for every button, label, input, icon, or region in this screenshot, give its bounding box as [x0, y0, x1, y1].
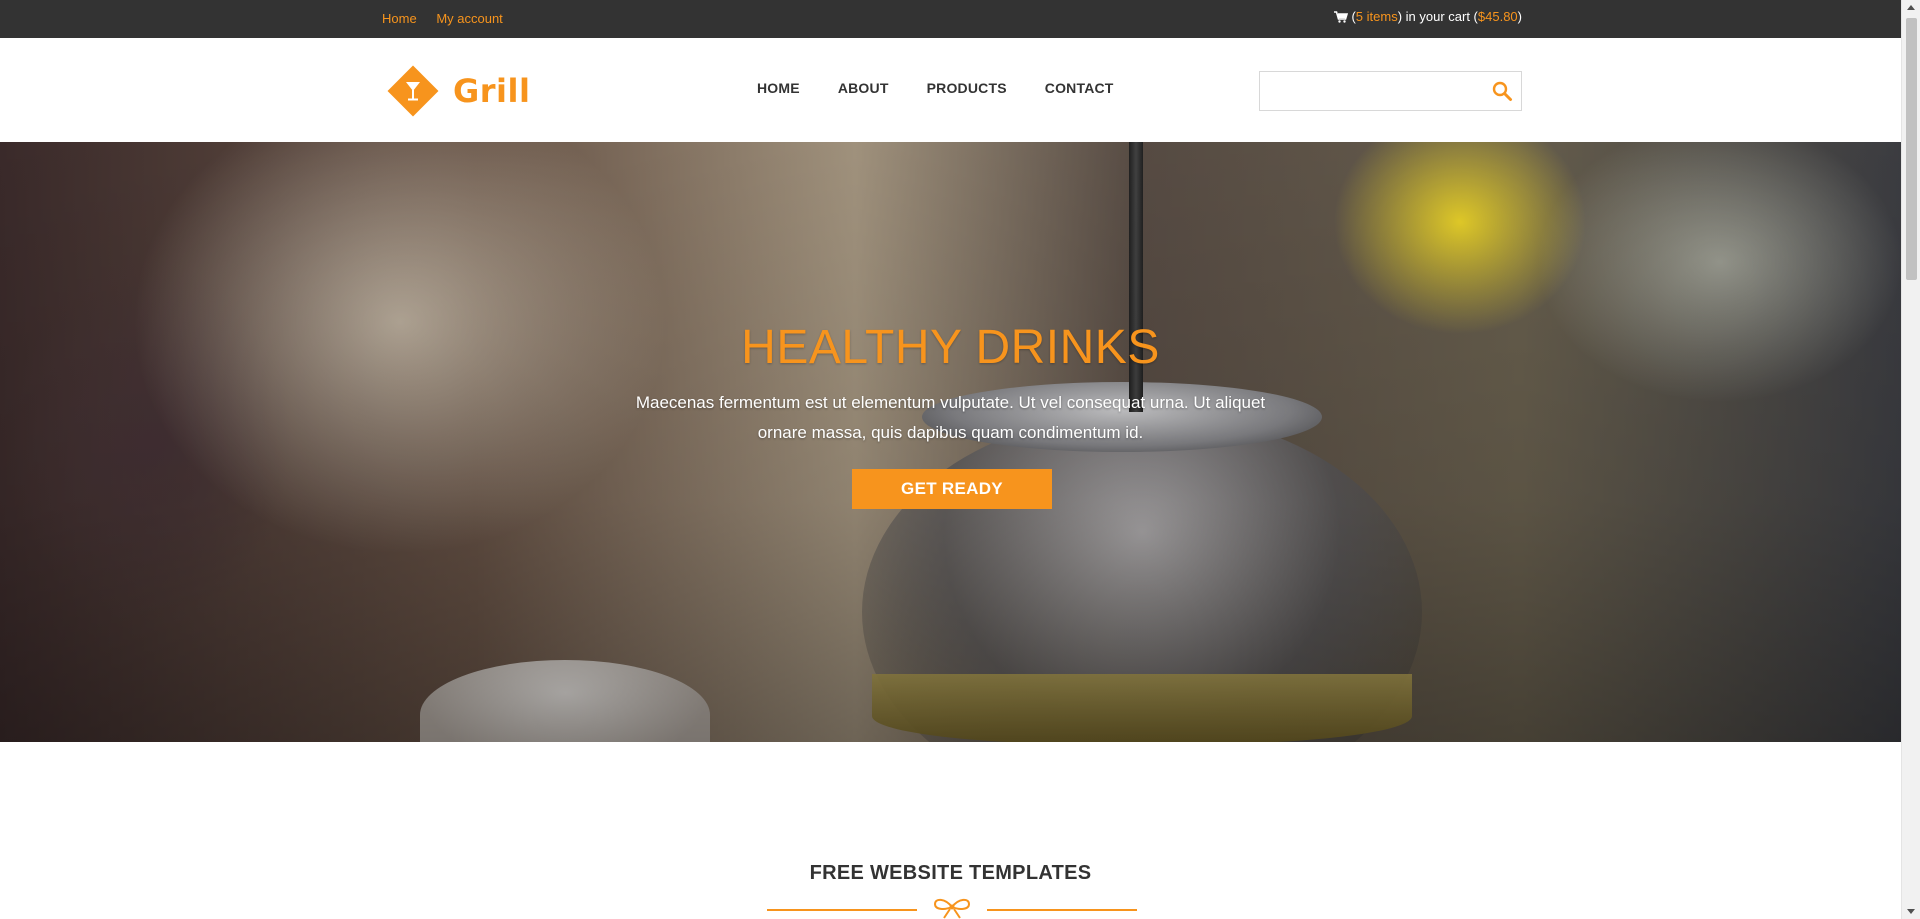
- logo[interactable]: Grill: [382, 60, 530, 122]
- top-bar: Home My account ( 5 items ) in your cart…: [0, 0, 1901, 38]
- hero-content: HEALTHY DRINKS Maecenas fermentum est ut…: [0, 142, 1901, 742]
- nav-contact[interactable]: CONTACT: [1045, 80, 1114, 96]
- top-link-home[interactable]: Home: [382, 11, 417, 26]
- cocktail-diamond-icon: [387, 65, 439, 117]
- scroll-thumb[interactable]: [1906, 18, 1917, 280]
- logo-text: Grill: [453, 72, 531, 110]
- divider-left: [767, 909, 917, 911]
- hero-description: Maecenas fermentum est ut elementum vulp…: [635, 393, 1266, 442]
- scroll-up-arrow-icon[interactable]: [1907, 5, 1915, 10]
- cart-item-count[interactable]: 5 items: [1356, 9, 1398, 24]
- cart-summary[interactable]: ( 5 items ) in your cart ( $45.80 ): [1334, 9, 1522, 24]
- top-link-my-account[interactable]: My account: [436, 11, 502, 26]
- site-header: Grill HOME ABOUT PRODUCTS CONTACT: [0, 38, 1901, 142]
- scroll-down-arrow-icon[interactable]: [1907, 909, 1915, 914]
- cart-label: ) in your cart (: [1397, 9, 1478, 24]
- search-box: [1259, 71, 1522, 111]
- shopping-cart-icon: [1334, 10, 1349, 23]
- hero-title: HEALTHY DRINKS: [741, 321, 1160, 374]
- nav-home[interactable]: HOME: [757, 80, 800, 96]
- ribbon-bow-icon: [933, 898, 971, 919]
- nav-products[interactable]: PRODUCTS: [927, 80, 1007, 96]
- top-links: Home My account: [382, 11, 519, 26]
- search-input[interactable]: [1260, 72, 1480, 110]
- page-scrollbar[interactable]: [1901, 0, 1920, 919]
- nav-about[interactable]: ABOUT: [838, 80, 889, 96]
- get-ready-button[interactable]: GET READY: [852, 469, 1052, 509]
- hero-banner: HEALTHY DRINKS Maecenas fermentum est ut…: [0, 142, 1901, 742]
- divider-right: [987, 909, 1137, 911]
- cart-total[interactable]: $45.80: [1478, 9, 1518, 24]
- main-nav: HOME ABOUT PRODUCTS CONTACT: [757, 80, 1152, 96]
- cart-close-paren: ): [1517, 9, 1522, 24]
- search-icon[interactable]: [1491, 80, 1513, 102]
- section-title: FREE WEBSITE TEMPLATES: [809, 862, 1092, 884]
